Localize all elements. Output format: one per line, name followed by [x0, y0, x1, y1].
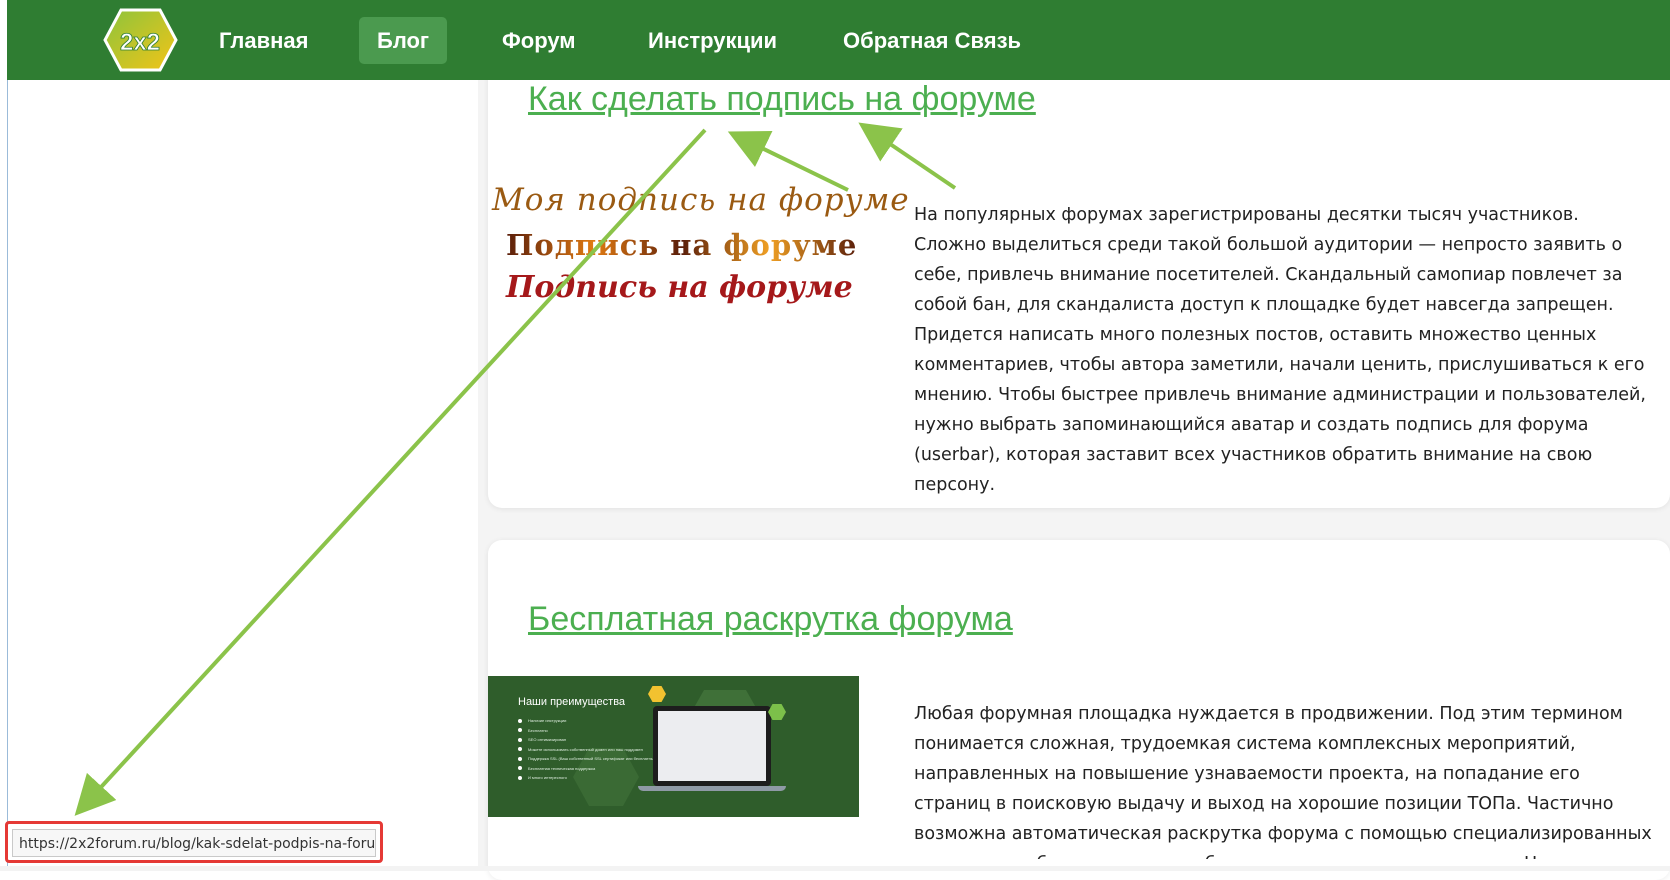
thumbnail-line-2: Подпись на форуме [506, 228, 858, 262]
nav-item-blog[interactable]: Блог [359, 17, 448, 64]
nav-item-home[interactable]: Главная [201, 17, 326, 64]
nav-item-feedback[interactable]: Обратная Связь [825, 17, 1039, 64]
top-navbar: 2x2 Главная Блог Форум Инструкции Обратн… [7, 0, 1670, 80]
post-excerpt-signature: На популярных форумах зарегистрированы д… [914, 205, 1646, 495]
window-bottom-edge [0, 866, 1670, 871]
post-thumbnail-signature[interactable]: Моя подпись на форуме Подпись на форуме … [492, 182, 909, 314]
yellow-hexagon-icon [648, 686, 666, 702]
left-empty-column [8, 80, 478, 866]
thumbnail-line-3: Подпись на форуме [506, 270, 853, 305]
post-title-link-promotion[interactable]: Бесплатная раскрутка форума [528, 600, 1013, 639]
laptop-icon [653, 706, 771, 786]
nav-item-instructions[interactable]: Инструкции [630, 17, 795, 64]
laptop-base [638, 786, 786, 791]
post-thumbnail-promotion[interactable]: Наши преимущества Наличие инструкции Бес… [488, 676, 859, 817]
site-logo-icon[interactable]: 2x2 [103, 8, 178, 72]
thumbnail-line-1: Моя подпись на форуме [492, 182, 910, 218]
status-bar-url: https://2x2forum.ru/blog/kak-sdelat-podp… [12, 829, 376, 857]
nav-item-forum[interactable]: Форум [484, 17, 594, 64]
status-bar-url-highlight: https://2x2forum.ru/blog/kak-sdelat-podp… [5, 821, 383, 863]
logo-text: 2x2 [120, 29, 160, 56]
post-excerpt-promotion: Любая форумная площадка нуждается в прод… [914, 704, 1652, 859]
post-title-link-signature[interactable]: Как сделать подпись на форуме [528, 80, 1036, 119]
green-hexagon-icon [768, 704, 786, 720]
thumbnail-heading: Наши преимущества [518, 696, 626, 708]
laptop-screen-content [658, 711, 766, 781]
